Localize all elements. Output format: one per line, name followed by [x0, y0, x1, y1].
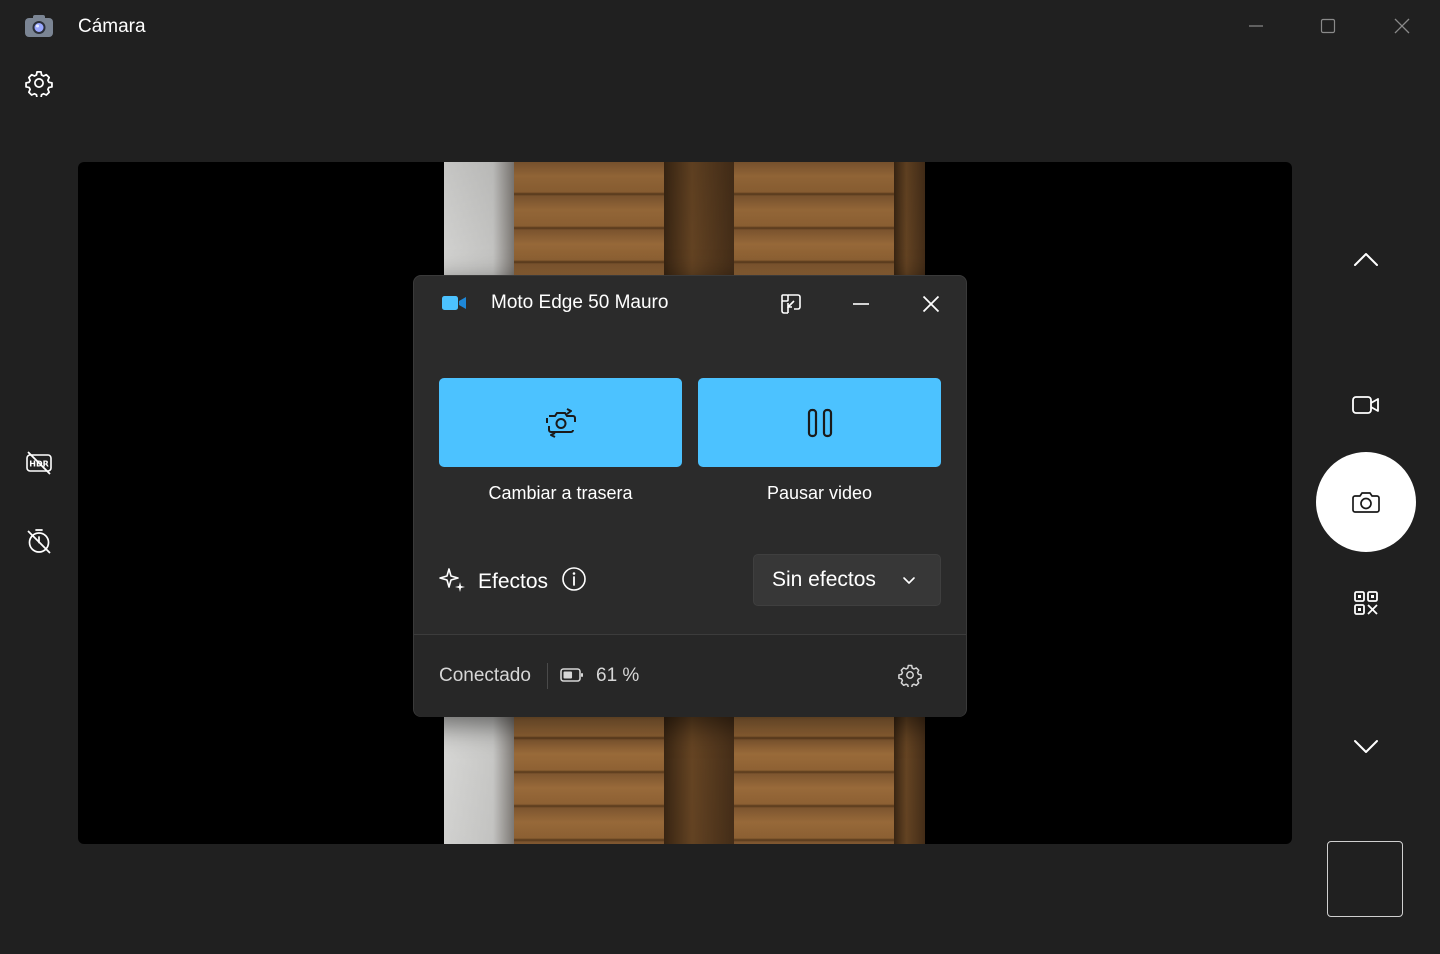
pause-icon: [807, 408, 832, 437]
dialog-footer: Conectado 61 %: [414, 634, 966, 717]
connection-status: Conectado: [439, 665, 531, 686]
camera-app-icon: [25, 15, 53, 37]
dialog-title: Moto Edge 50 Mauro: [491, 292, 669, 313]
maximize-button[interactable]: [1306, 8, 1350, 44]
window-title: Cámara: [78, 16, 146, 37]
video-mode-button[interactable]: [1345, 384, 1387, 426]
battery-icon: [560, 668, 583, 682]
shutter-button[interactable]: [1316, 452, 1416, 552]
timer-off-icon: [27, 529, 51, 554]
timer-toggle[interactable]: [20, 522, 58, 560]
gallery-thumbnail[interactable]: [1327, 841, 1403, 917]
camera-app-window: Cámara Moto Edge 50 Mauro Cambiar a tras…: [0, 0, 1440, 954]
video-camera-icon: [1352, 396, 1379, 414]
minimize-button[interactable]: [1234, 8, 1278, 44]
chevron-up-icon: [1354, 253, 1378, 266]
gear-icon: [898, 664, 922, 687]
close-window-button[interactable]: [1380, 8, 1424, 44]
title-bar: Cámara: [0, 0, 1440, 54]
qr-mode-button[interactable]: [1345, 582, 1387, 624]
hdr-off-icon: HDR: [26, 451, 52, 475]
sparkle-icon: [439, 568, 465, 592]
switch-camera-button[interactable]: [439, 378, 682, 467]
status-divider: [547, 663, 548, 689]
close-icon: [922, 295, 940, 313]
phone-camera-dialog: Moto Edge 50 Mauro Cambiar a trasera Pau…: [413, 275, 967, 717]
pause-video-label: Pausar video: [766, 483, 873, 503]
chevron-down-icon: [903, 577, 915, 584]
minimize-icon: [853, 303, 869, 305]
camera-icon: [1352, 492, 1380, 513]
switch-camera-label: Cambiar a trasera: [488, 483, 633, 503]
effects-label: Efectos: [478, 570, 549, 593]
mode-up-button[interactable]: [1345, 238, 1387, 280]
effects-dropdown-value: Sin efectos: [772, 568, 876, 591]
phone-camera-icon: [442, 296, 466, 310]
maximize-icon: [1320, 18, 1336, 34]
phone-settings-button[interactable]: [896, 661, 924, 689]
pop-out-icon: [781, 294, 801, 314]
effects-dropdown[interactable]: Sin efectos: [753, 554, 941, 606]
hdr-toggle[interactable]: HDR: [20, 444, 58, 482]
dialog-close-button[interactable]: [913, 286, 949, 322]
compact-overlay-button[interactable]: [773, 286, 809, 322]
close-icon: [1394, 18, 1410, 34]
switch-camera-icon: [545, 407, 576, 438]
qr-code-icon: [1354, 591, 1378, 615]
dialog-minimize-button[interactable]: [843, 286, 879, 322]
pause-video-button[interactable]: [698, 378, 941, 467]
settings-button[interactable]: [22, 66, 56, 100]
minimize-icon: [1249, 25, 1263, 27]
mode-down-button[interactable]: [1345, 726, 1387, 768]
info-icon[interactable]: [561, 566, 587, 592]
battery-level: 61 %: [596, 665, 640, 686]
gear-icon: [25, 71, 53, 97]
chevron-down-icon: [1354, 740, 1378, 753]
